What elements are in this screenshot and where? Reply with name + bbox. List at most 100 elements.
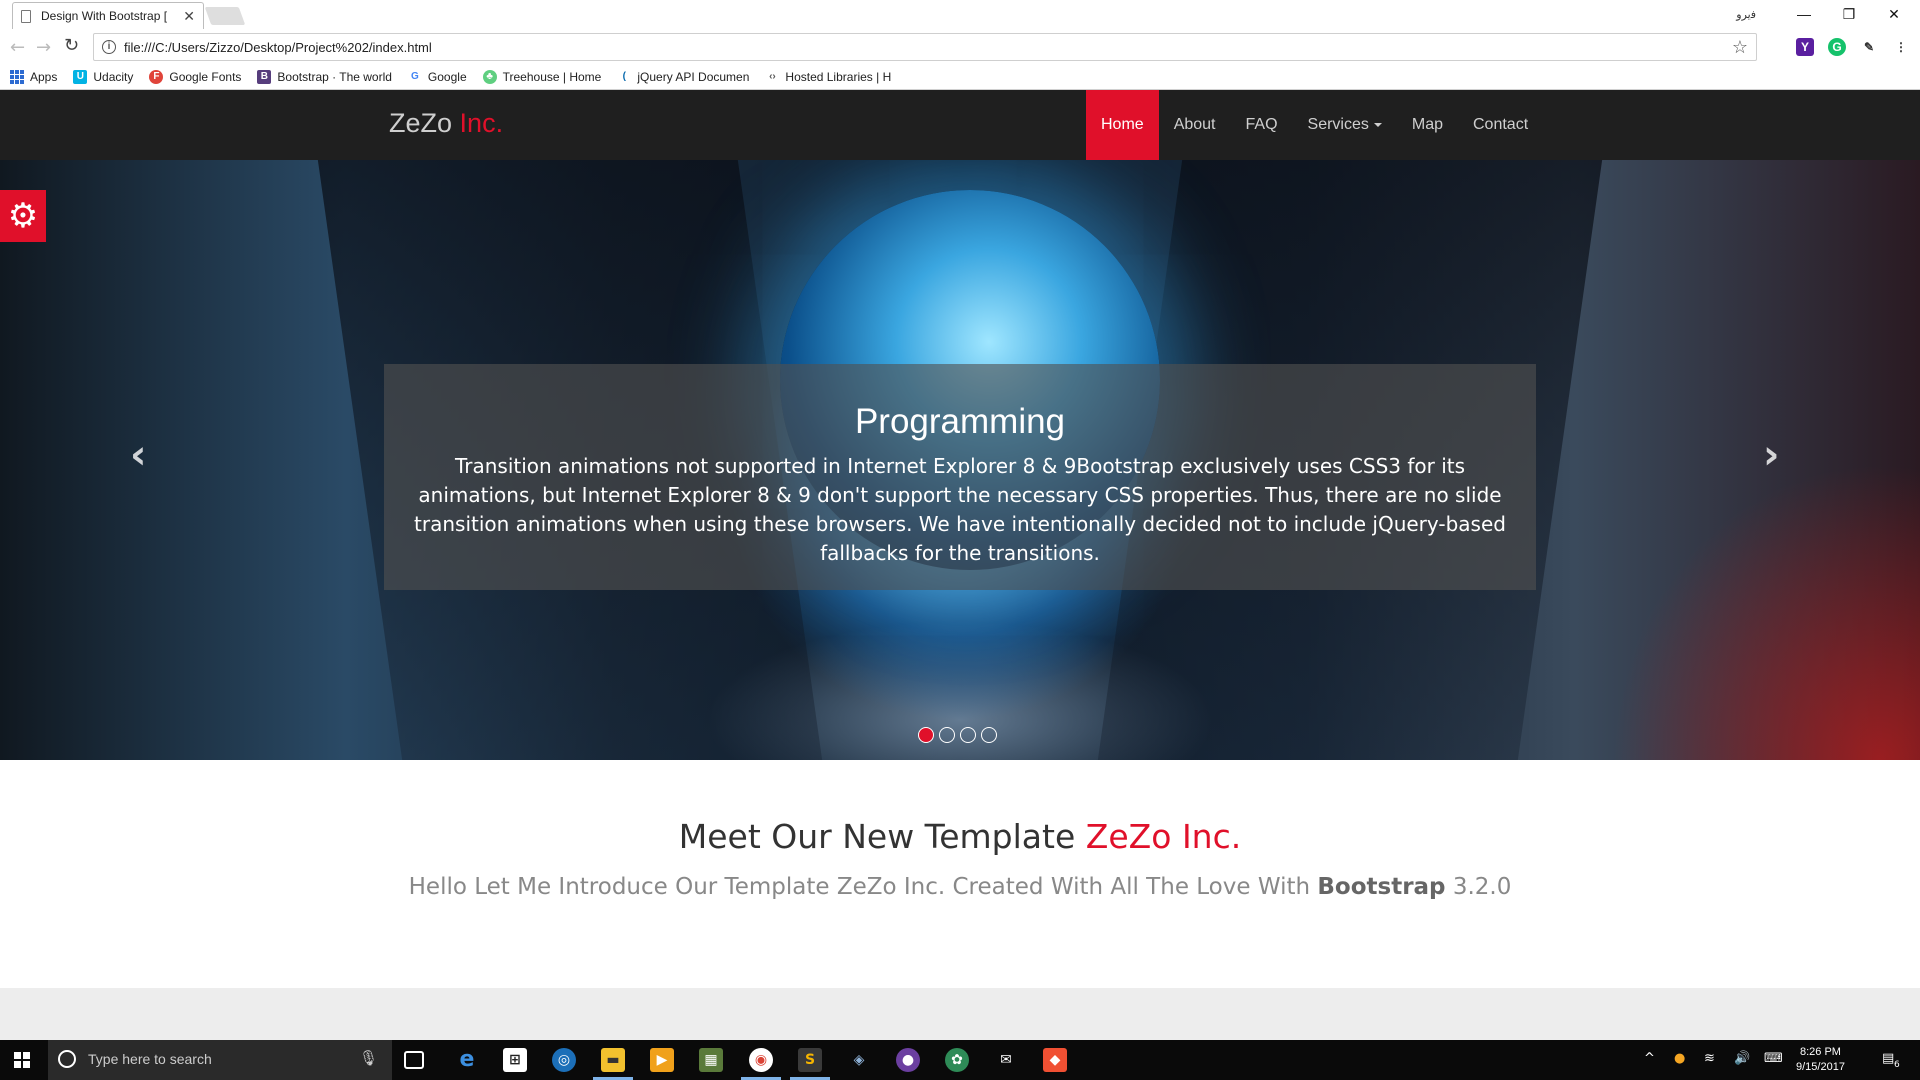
nav-item-faq[interactable]: FAQ	[1231, 90, 1293, 160]
eyedropper-extension-icon[interactable]: ✎	[1860, 38, 1878, 56]
menu-kebab-icon[interactable]: ⋮	[1892, 38, 1910, 56]
bookmark-label: Treehouse | Home	[502, 70, 602, 84]
nav-item-map[interactable]: Map	[1397, 90, 1458, 160]
bookmark-apps[interactable]: Apps	[10, 70, 57, 84]
nav-item-services-label: Services	[1307, 116, 1369, 133]
cortana-icon	[58, 1050, 76, 1068]
hosted-libraries-icon: ‹›	[765, 70, 780, 84]
bookmark-label: Udacity	[93, 70, 134, 84]
mail-icon[interactable]: ✉	[994, 1048, 1018, 1072]
notification-icon[interactable]: ▤	[1882, 1051, 1894, 1066]
keyboard-icon[interactable]: ⌨	[1764, 1051, 1783, 1066]
carousel-indicator[interactable]	[960, 727, 976, 743]
intro-section: Meet Our New Template ZeZo Inc. Hello Le…	[0, 760, 1920, 988]
tray-app-icon[interactable]: ●	[1674, 1051, 1685, 1066]
wifi-icon[interactable]: ≋	[1704, 1051, 1715, 1066]
carousel-caption: Programming Transition animations not su…	[384, 364, 1536, 590]
profile-name[interactable]: ﻓﯾﺮﻭ	[1736, 8, 1756, 21]
next-section-band	[0, 988, 1920, 1040]
caption-title: Programming	[854, 402, 1066, 441]
new-tab-button[interactable]	[204, 7, 246, 25]
jquery-icon: (	[617, 70, 632, 84]
carousel-indicators	[918, 727, 997, 743]
volume-icon[interactable]: 🔊	[1734, 1051, 1750, 1066]
browser-tab-active[interactable]: Design With Bootstrap [ ✕	[12, 2, 204, 29]
notification-count: 6	[1894, 1060, 1900, 1070]
bookmark-google[interactable]: G Google	[407, 70, 467, 84]
sublime-text-icon[interactable]: S	[798, 1048, 822, 1072]
grammarly-extension-icon[interactable]: G	[1828, 38, 1846, 56]
brand-name: ZeZo	[389, 108, 453, 138]
file-explorer-icon[interactable]: ▬	[601, 1048, 625, 1072]
photo-app-icon[interactable]: ▦	[699, 1048, 723, 1072]
caption-text: Transition animations not supported in I…	[414, 454, 1506, 565]
brand-logo[interactable]: ZeZo Inc.	[389, 108, 503, 139]
bookmark-google-fonts[interactable]: F Google Fonts	[149, 70, 241, 84]
bookmark-bootstrap[interactable]: B Bootstrap · The world	[257, 70, 392, 84]
forward-icon[interactable]: →	[36, 37, 51, 58]
address-bar[interactable]: i file:///C:/Users/Zizzo/Desktop/Project…	[93, 33, 1757, 61]
intro-lead-bold: Bootstrap	[1317, 874, 1446, 900]
intro-heading: Meet Our New Template ZeZo Inc.	[0, 817, 1920, 856]
bookmark-label: Google	[427, 70, 467, 84]
microphone-icon[interactable]: 🎙	[359, 1049, 378, 1067]
intro-heading-text: Meet Our New Template	[678, 817, 1086, 856]
store-icon[interactable]: ⊞	[503, 1048, 527, 1072]
minimize-button[interactable]: —	[1790, 4, 1818, 24]
purple-app-icon[interactable]: ●	[896, 1048, 920, 1072]
treehouse-icon: ♣	[482, 70, 497, 84]
intro-lead-text: Hello Let Me Introduce Our Template ZeZo…	[408, 874, 1318, 900]
bookmark-star-icon[interactable]: ☆	[1732, 37, 1748, 58]
back-icon[interactable]: ←	[10, 37, 25, 58]
carousel-indicator[interactable]	[939, 727, 955, 743]
tab-close-icon[interactable]: ✕	[183, 8, 195, 25]
nav-item-contact[interactable]: Contact	[1458, 90, 1543, 160]
windows-taskbar: Type here to search 🎙 e ⊞ ◎ ▬ ▶ ▦ ◉ S ◈ …	[0, 1040, 1920, 1080]
browser-titlebar: Design With Bootstrap [ ✕ ﻓﯾﺮﻭ — ❐ ✕	[0, 0, 1920, 29]
taskbar-search[interactable]: Type here to search 🎙	[48, 1040, 392, 1080]
nav-item-about[interactable]: About	[1159, 90, 1231, 160]
clock-date: 9/15/2017	[1796, 1061, 1845, 1073]
bookmark-hosted-libraries[interactable]: ‹› Hosted Libraries | H	[765, 70, 891, 84]
windows-start-icon[interactable]	[14, 1052, 30, 1068]
green-app-icon[interactable]: ✿	[945, 1048, 969, 1072]
network-app-icon[interactable]: ◈	[847, 1048, 871, 1072]
yahoo-extension-icon[interactable]: Y	[1796, 38, 1814, 56]
browser-toolbar: ← → ↻ i file:///C:/Users/Zizzo/Desktop/P…	[0, 29, 1920, 65]
info-icon[interactable]: i	[102, 40, 116, 54]
task-view-icon[interactable]	[404, 1051, 424, 1069]
system-clock[interactable]: 8:26 PM 9/15/2017	[1796, 1045, 1845, 1075]
restore-button[interactable]: ❐	[1835, 4, 1863, 24]
settings-gear-icon[interactable]: ⚙	[0, 190, 46, 242]
bookmark-treehouse[interactable]: ♣ Treehouse | Home	[482, 70, 602, 84]
bookmarks-bar: Apps U Udacity F Google Fonts B Bootstra…	[0, 65, 1920, 90]
nav-item-home[interactable]: Home	[1086, 90, 1159, 160]
media-app-icon[interactable]: ◎	[552, 1048, 576, 1072]
intro-lead-version: 3.2.0	[1445, 874, 1512, 900]
udacity-icon: U	[73, 70, 88, 84]
carousel-indicator[interactable]	[918, 727, 934, 743]
chrome-icon[interactable]: ◉	[749, 1048, 773, 1072]
carousel-prev-icon[interactable]: ‹	[130, 432, 146, 478]
edge-icon[interactable]: e	[455, 1048, 479, 1072]
bookmark-udacity[interactable]: U Udacity	[73, 70, 133, 84]
bookmark-label: Bootstrap · The world	[277, 70, 392, 84]
site-navbar: ZeZo Inc. Home About FAQ Services Map Co…	[0, 90, 1920, 160]
google-icon: G	[407, 70, 422, 84]
git-icon[interactable]: ◆	[1043, 1048, 1067, 1072]
nav-item-services[interactable]: Services	[1293, 90, 1397, 160]
close-window-button[interactable]: ✕	[1880, 4, 1908, 24]
tab-title: Design With Bootstrap [	[41, 9, 168, 23]
address-url[interactable]: file:///C:/Users/Zizzo/Desktop/Project%2…	[124, 40, 432, 55]
reload-icon[interactable]: ↻	[64, 35, 79, 56]
bookmark-jquery[interactable]: ( jQuery API Documen	[617, 70, 749, 84]
video-player-icon[interactable]: ▶	[650, 1048, 674, 1072]
bookmark-label: Google Fonts	[169, 70, 242, 84]
taskbar-search-placeholder: Type here to search	[88, 1051, 212, 1067]
apps-grid-icon	[10, 70, 24, 84]
carousel-indicator[interactable]	[981, 727, 997, 743]
caret-down-icon	[1373, 122, 1382, 127]
bookmark-label: Apps	[30, 70, 58, 84]
carousel-next-icon[interactable]: ›	[1763, 432, 1779, 478]
tray-expand-icon[interactable]: ^	[1644, 1051, 1655, 1066]
